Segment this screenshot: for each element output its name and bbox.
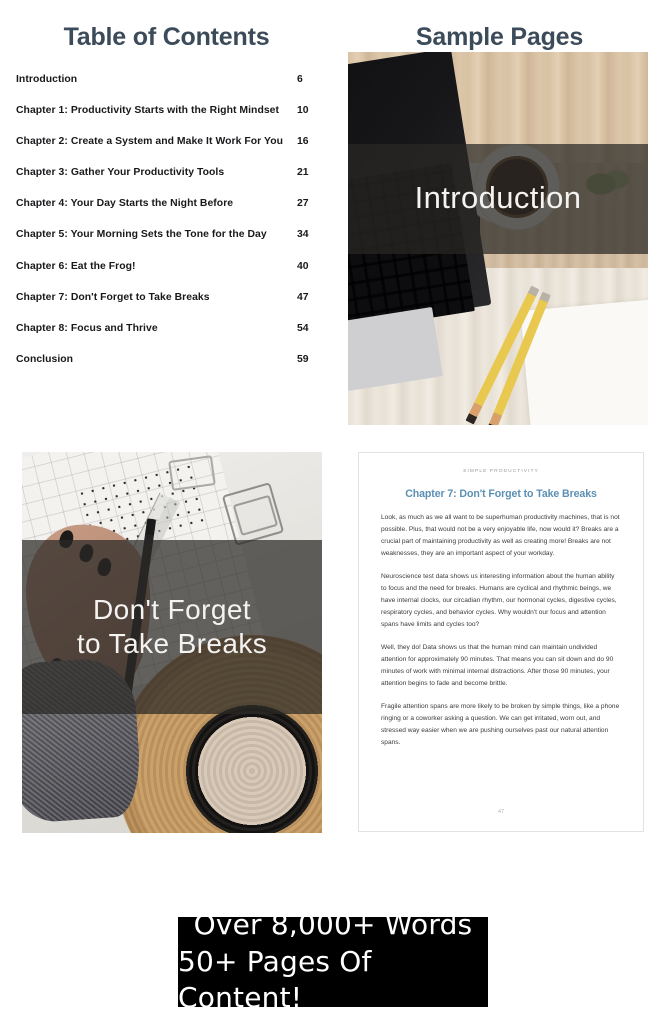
binder-clip-shape-two (168, 454, 216, 491)
page-running-head: SIMPLE PRODUCTIVITY (463, 468, 539, 474)
laptop-trackpad-shape (348, 306, 443, 391)
sample-page-breaks-image: Don't Forget to Take Breaks (22, 451, 322, 833)
toc-entry[interactable]: Chapter 7: Don't Forget to Take Breaks 47 (16, 292, 315, 303)
promo-banner: Over 8,000+ Words 50+ Pages Of Content! (178, 908, 488, 1014)
toc-entry-page-number: 27 (297, 198, 309, 210)
toc-list: Introduction 6 Chapter 1: Productivity Sta… (16, 74, 315, 366)
sample-breaks-column: Don't Forget to Take Breaks (0, 451, 333, 833)
page-body-text: Look, as much as we all want to be super… (381, 512, 621, 749)
breaks-overlay-band: Don't Forget to Take Breaks (22, 539, 322, 714)
toc-entry[interactable]: Introduction 6 (16, 74, 315, 85)
breaks-overlay-line-one: Don't Forget (92, 594, 251, 626)
toc-entry-title: Chapter 7: Don't Forget to Take Breaks (16, 291, 210, 303)
sample-intro-column: Introduction (333, 51, 666, 425)
toc-entry-page-number: 54 (297, 323, 309, 334)
page-chapter-title: Chapter 7: Don't Forget to Take Breaks (405, 487, 597, 500)
toc-entry-page-number: 34 (297, 229, 309, 241)
intro-overlay-band: Introduction (348, 143, 648, 254)
sample-text-page: SIMPLE PRODUCTIVITY Chapter 7: Don't For… (358, 451, 644, 832)
toc-entry[interactable]: Chapter 8: Focus and Thrive 54 (16, 323, 315, 334)
page-number: 47 (497, 808, 505, 815)
toc-entry-page-number: 40 (297, 260, 309, 272)
page-paragraph: Fragile attention spans are more likely … (381, 702, 620, 746)
toc-entry-title: Chapter 6: Eat the Frog! (16, 260, 136, 272)
toc-entry-page-number: 21 (297, 167, 309, 179)
sample-page-intro-image: Introduction (348, 51, 648, 425)
toc-entry-title: Chapter 1: Productivity Starts with the … (16, 104, 280, 116)
toc-entry-page-number: 6 (297, 73, 303, 85)
toc-entry-title: Chapter 8: Focus and Thrive (16, 323, 158, 334)
content-row-one: Introduction 6 Chapter 1: Productivity Sta… (0, 51, 666, 425)
promo-banner-line-two: 50+ Pages Of Content! (178, 944, 372, 1015)
toc-entry[interactable]: Chapter 5: Your Morning Sets the Tone fo… (16, 229, 315, 240)
toc-entry[interactable]: Chapter 1: Productivity Starts with the … (16, 105, 315, 116)
toc-entry[interactable]: Chapter 3: Gather Your Productivity Tool… (16, 167, 315, 178)
toc-entry-title: Chapter 3: Gather Your Productivity Tool… (16, 167, 225, 179)
toc-entry-page-number: 16 (297, 135, 309, 147)
promo-banner-wrapper: Over 8,000+ Words 50+ Pages Of Content! (0, 908, 666, 1014)
toc-entry-title: Chapter 5: Your Morning Sets the Tone fo… (16, 229, 267, 241)
toc-entry[interactable]: Chapter 2: Create a System and Make It W… (16, 136, 315, 147)
intro-overlay-title: Introduction (414, 180, 582, 216)
breaks-overlay-title: Don't Forget to Take Breaks (77, 593, 267, 659)
toc-heading-cell: Table of Contents (0, 23, 333, 52)
table-of-contents-column: Introduction 6 Chapter 1: Productivity Sta… (0, 52, 333, 386)
promo-banner-line-one: Over 8,000+ Words (193, 907, 473, 941)
toc-entry-title: Chapter 4: Your Day Starts the Night Bef… (16, 198, 234, 210)
toc-entry[interactable]: Chapter 4: Your Day Starts the Night Bef… (16, 198, 315, 209)
page-title-table-of-contents: Table of Contents (63, 23, 270, 51)
page-paragraph: Look, as much as we all want to be super… (381, 513, 620, 557)
toc-entry-title: Chapter 2: Create a System and Make It W… (16, 135, 284, 147)
page-title-sample-pages: Sample Pages (415, 23, 584, 51)
sample-text-page-column: SIMPLE PRODUCTIVITY Chapter 7: Don't For… (333, 451, 666, 833)
toc-entry-page-number: 59 (297, 354, 309, 366)
content-row-two: Don't Forget to Take Breaks SIMPLE PRODU… (0, 425, 666, 833)
toc-entry[interactable]: Conclusion 59 (16, 354, 315, 365)
page-paragraph: Neuroscience test data shows us interest… (381, 572, 617, 628)
toc-entry-title: Introduction (16, 73, 78, 85)
toc-entry[interactable]: Chapter 6: Eat the Frog! 40 (16, 261, 315, 272)
toc-entry-page-number: 10 (297, 104, 309, 116)
section-headings-row: Table of Contents Sample Pages (0, 0, 666, 52)
toc-entry-page-number: 47 (297, 291, 309, 303)
breaks-overlay-line-two: to Take Breaks (76, 627, 268, 659)
toc-entry-title: Conclusion (16, 354, 74, 366)
page-paragraph: Well, they do! Data shows us that the hu… (381, 643, 614, 687)
samples-heading-cell: Sample Pages (333, 23, 666, 52)
